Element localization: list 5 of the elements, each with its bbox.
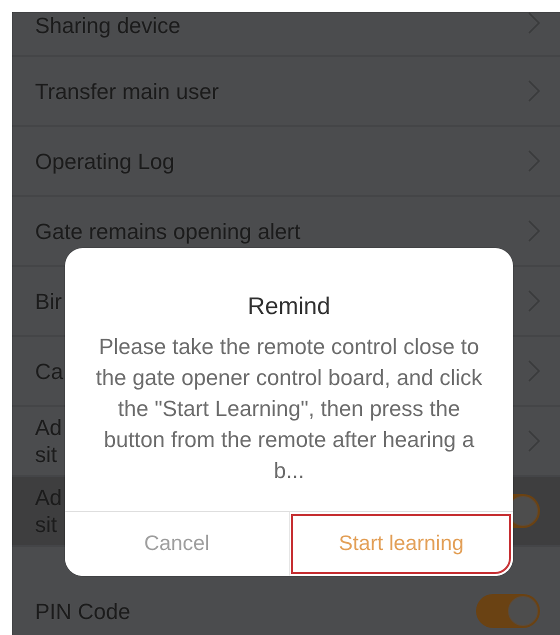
start-learning-button[interactable]: Start learning bbox=[288, 512, 513, 576]
dialog-title: Remind bbox=[248, 293, 330, 321]
chevron-icon bbox=[528, 12, 540, 34]
dialog-message: Please take the remote control close to the gate opener control board, and click the "Start Learning", then press the button from the remote after hearing a b... bbox=[94, 333, 484, 485]
toggle-switch[interactable] bbox=[476, 594, 540, 628]
